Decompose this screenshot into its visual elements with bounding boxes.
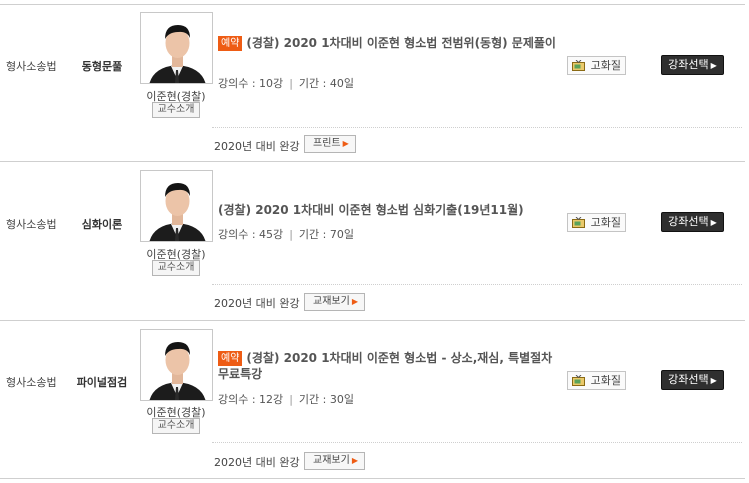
category-label: 파이널점검 xyxy=(76,376,128,389)
hd-preview-button[interactable]: 고화질 xyxy=(567,213,626,232)
print-button-label: 프린트 xyxy=(313,138,341,149)
row-divider xyxy=(0,478,745,479)
meta-separator: | xyxy=(289,228,293,241)
course-title[interactable]: 예약 (경찰) 2020 1차대비 이준현 형소법 전범위(동형) 문제풀이 xyxy=(218,35,558,51)
select-course-button[interactable]: 강좌선택 ▶ xyxy=(661,55,724,75)
select-course-button[interactable]: 강좌선택 ▶ xyxy=(661,370,724,390)
course-title[interactable]: (경찰) 2020 1차대비 이준현 형소법 심화기출(19년11월) xyxy=(218,202,558,218)
subject-label: 형사소송법 xyxy=(6,376,57,389)
course-row: 형사소송법 동형문풀 이준현(경찰) 교수소개 예약 (경찰) 2020 1차대비… xyxy=(0,0,749,158)
course-title-text[interactable]: (경찰) 2020 1차대비 이준현 형소법 - 상소,재심, 특별절차 무료특… xyxy=(218,351,552,381)
hd-preview-button[interactable]: 고화질 xyxy=(567,56,626,75)
course-title[interactable]: 예약 (경찰) 2020 1차대비 이준현 형소법 - 상소,재심, 특별절차 무… xyxy=(218,350,558,382)
lecture-count: 강의수 : 12강 xyxy=(218,393,284,406)
year-status: 2020년 대비 완강 xyxy=(214,297,300,310)
textbook-button[interactable]: 교재보기 ▶ xyxy=(304,293,365,311)
dotted-divider xyxy=(212,284,742,285)
year-status: 2020년 대비 완강 xyxy=(214,456,300,469)
course-title-text[interactable]: (경찰) 2020 1차대비 이준현 형소법 심화기출(19년11월) xyxy=(218,203,524,217)
dotted-divider xyxy=(212,127,742,128)
course-period: 기간 : 30일 xyxy=(298,393,354,406)
subject-label: 형사소송법 xyxy=(6,60,57,73)
lecture-count: 강의수 : 45강 xyxy=(218,228,284,241)
subject-label: 형사소송법 xyxy=(6,218,57,231)
dotted-divider xyxy=(212,442,742,443)
hd-preview-label: 고화질 xyxy=(590,216,621,229)
course-period: 기간 : 70일 xyxy=(298,228,354,241)
select-course-label: 강좌선택 xyxy=(668,373,709,386)
professor-photo[interactable] xyxy=(140,12,213,84)
professor-photo[interactable] xyxy=(140,329,213,401)
course-row: 형사소송법 파이널점검 이준현(경찰) 교수소개 예약 (경찰) 2020 1차대… xyxy=(0,317,749,475)
professor-intro-button[interactable]: 교수소개 xyxy=(152,260,200,276)
course-meta: 강의수 : 10강 | 기간 : 40일 xyxy=(218,75,354,91)
select-course-label: 강좌선택 xyxy=(668,58,709,71)
meta-separator: | xyxy=(289,393,293,406)
hd-preview-label: 고화질 xyxy=(590,374,621,387)
triangle-right-icon: ▶ xyxy=(351,456,358,465)
hd-preview-button[interactable]: 고화질 xyxy=(567,371,626,390)
select-course-button[interactable]: 강좌선택 ▶ xyxy=(661,212,724,232)
tv-icon xyxy=(572,375,585,386)
professor-intro-button[interactable]: 교수소개 xyxy=(152,418,200,434)
textbook-button[interactable]: 교재보기 ▶ xyxy=(304,452,365,470)
triangle-right-icon: ▶ xyxy=(351,297,358,306)
course-meta: 강의수 : 45강 | 기간 : 70일 xyxy=(218,226,354,242)
year-status: 2020년 대비 완강 xyxy=(214,140,300,153)
reservation-badge: 예약 xyxy=(218,351,243,366)
triangle-right-icon: ▶ xyxy=(710,218,717,227)
tv-icon xyxy=(572,60,585,71)
triangle-right-icon: ▶ xyxy=(342,139,349,148)
course-title-text[interactable]: (경찰) 2020 1차대비 이준현 형소법 전범위(동형) 문제풀이 xyxy=(246,36,556,50)
professor-intro-button[interactable]: 교수소개 xyxy=(152,102,200,118)
select-course-label: 강좌선택 xyxy=(668,215,709,228)
reservation-badge: 예약 xyxy=(218,36,243,51)
course-period: 기간 : 40일 xyxy=(298,77,354,90)
professor-photo[interactable] xyxy=(140,170,213,242)
category-label: 심화이론 xyxy=(81,218,123,231)
triangle-right-icon: ▶ xyxy=(710,61,717,70)
print-button[interactable]: 프린트 ▶ xyxy=(304,135,356,153)
course-meta: 강의수 : 12강 | 기간 : 30일 xyxy=(218,391,354,407)
triangle-right-icon: ▶ xyxy=(710,376,717,385)
textbook-button-label: 교재보기 xyxy=(313,455,350,466)
lecture-count: 강의수 : 10강 xyxy=(218,77,284,90)
hd-preview-label: 고화질 xyxy=(590,59,621,72)
tv-icon xyxy=(572,217,585,228)
textbook-button-label: 교재보기 xyxy=(313,296,350,307)
category-label: 동형문풀 xyxy=(81,60,123,73)
meta-separator: | xyxy=(289,77,293,90)
course-row: 형사소송법 심화이론 이준현(경찰) 교수소개 (경찰) 2020 1차대비 이… xyxy=(0,158,749,316)
